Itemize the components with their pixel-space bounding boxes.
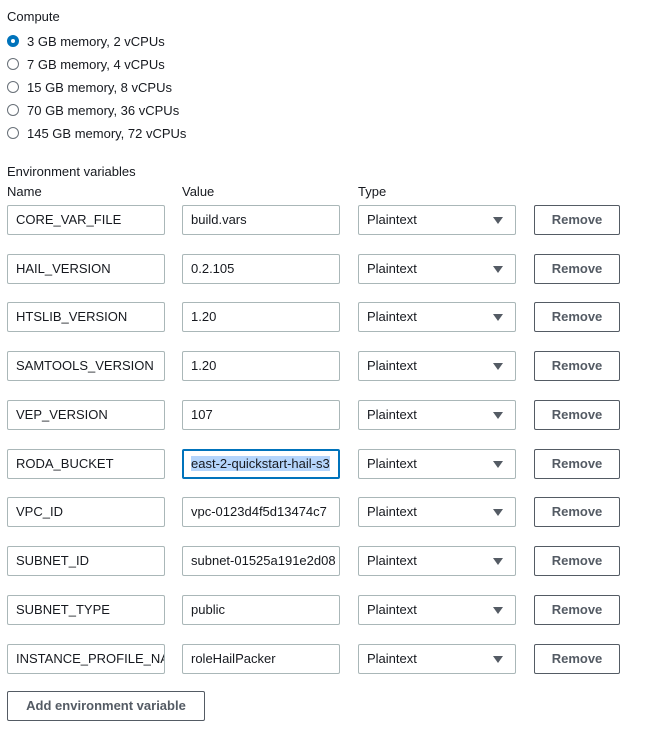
remove-button[interactable]: Remove — [534, 400, 620, 430]
caret-down-icon — [493, 461, 503, 468]
remove-button[interactable]: Remove — [534, 546, 620, 576]
radio-button-selected[interactable] — [7, 35, 19, 47]
radio-button[interactable] — [7, 58, 19, 70]
env-var-value-input[interactable]: subnet-01525a191e2d08 — [182, 546, 340, 576]
column-header-value: Value — [182, 184, 215, 199]
env-var-row: SAMTOOLS_VERSION 1.20 Plaintext Remove — [0, 351, 668, 381]
env-var-value-input[interactable]: 107 — [182, 400, 340, 430]
env-var-type-select[interactable]: Plaintext — [358, 644, 516, 674]
compute-option-label: 15 GB memory, 8 vCPUs — [27, 79, 172, 95]
env-var-name-input[interactable]: RODA_BUCKET — [7, 449, 165, 479]
compute-option-15gb[interactable]: 15 GB memory, 8 vCPUs — [7, 77, 172, 97]
add-environment-variable-button[interactable]: Add environment variable — [7, 691, 205, 721]
caret-down-icon — [493, 607, 503, 614]
env-var-type-select[interactable]: Plaintext — [358, 254, 516, 284]
env-var-row: INSTANCE_PROFILE_NAM roleHailPacker Plai… — [0, 644, 668, 674]
env-var-type-value: Plaintext — [367, 602, 417, 617]
env-var-name-input[interactable]: SAMTOOLS_VERSION — [7, 351, 165, 381]
caret-down-icon — [493, 217, 503, 224]
env-var-value-input[interactable]: build.vars — [182, 205, 340, 235]
env-var-type-value: Plaintext — [367, 456, 417, 471]
radio-button[interactable] — [7, 81, 19, 93]
compute-option-3gb[interactable]: 3 GB memory, 2 vCPUs — [7, 31, 165, 51]
column-header-name: Name — [7, 184, 42, 199]
compute-option-7gb[interactable]: 7 GB memory, 4 vCPUs — [7, 54, 165, 74]
compute-option-label: 3 GB memory, 2 vCPUs — [27, 33, 165, 49]
compute-option-label: 70 GB memory, 36 vCPUs — [27, 102, 180, 118]
env-var-name-input[interactable]: HAIL_VERSION — [7, 254, 165, 284]
env-var-type-value: Plaintext — [367, 407, 417, 422]
env-var-value-input-focused[interactable]: east-2-quickstart-hail-s3 — [182, 449, 340, 479]
selected-text: east-2-quickstart-hail-s3 — [191, 456, 330, 471]
env-var-type-select[interactable]: Plaintext — [358, 302, 516, 332]
env-var-type-value: Plaintext — [367, 651, 417, 666]
caret-down-icon — [493, 412, 503, 419]
env-var-type-select[interactable]: Plaintext — [358, 351, 516, 381]
radio-button[interactable] — [7, 127, 19, 139]
caret-down-icon — [493, 314, 503, 321]
env-var-value-input[interactable]: public — [182, 595, 340, 625]
env-var-name-input[interactable]: SUBNET_TYPE — [7, 595, 165, 625]
env-var-row: RODA_BUCKET east-2-quickstart-hail-s3 Pl… — [0, 449, 668, 479]
remove-button[interactable]: Remove — [534, 595, 620, 625]
compute-option-label: 145 GB memory, 72 vCPUs — [27, 125, 187, 141]
compute-option-label: 7 GB memory, 4 vCPUs — [27, 56, 165, 72]
env-var-row: VPC_ID vpc-0123d4f5d13474c7 Plaintext Re… — [0, 497, 668, 527]
caret-down-icon — [493, 509, 503, 516]
env-var-row: VEP_VERSION 107 Plaintext Remove — [0, 400, 668, 430]
caret-down-icon — [493, 363, 503, 370]
remove-button[interactable]: Remove — [534, 497, 620, 527]
env-var-name-input[interactable]: VPC_ID — [7, 497, 165, 527]
env-var-type-select[interactable]: Plaintext — [358, 497, 516, 527]
remove-button[interactable]: Remove — [534, 302, 620, 332]
env-var-type-select[interactable]: Plaintext — [358, 595, 516, 625]
caret-down-icon — [493, 558, 503, 565]
caret-down-icon — [493, 656, 503, 663]
column-header-type: Type — [358, 184, 387, 199]
env-var-value-input[interactable]: vpc-0123d4f5d13474c7 — [182, 497, 340, 527]
remove-button[interactable]: Remove — [534, 351, 620, 381]
env-var-type-select[interactable]: Plaintext — [358, 546, 516, 576]
environment-variables-label: Environment variables — [7, 164, 136, 179]
env-var-type-value: Plaintext — [367, 358, 417, 373]
remove-button[interactable]: Remove — [534, 449, 620, 479]
compute-label: Compute — [7, 9, 60, 24]
env-var-value-input[interactable]: 1.20 — [182, 302, 340, 332]
radio-button[interactable] — [7, 104, 19, 116]
env-var-type-value: Plaintext — [367, 309, 417, 324]
env-var-name-input[interactable]: HTSLIB_VERSION — [7, 302, 165, 332]
env-var-type-select[interactable]: Plaintext — [358, 449, 516, 479]
env-var-row: SUBNET_ID subnet-01525a191e2d08 Plaintex… — [0, 546, 668, 576]
env-var-value-input[interactable]: roleHailPacker — [182, 644, 340, 674]
env-var-type-value: Plaintext — [367, 261, 417, 276]
env-var-type-value: Plaintext — [367, 212, 417, 227]
caret-down-icon — [493, 266, 503, 273]
env-var-row: SUBNET_TYPE public Plaintext Remove — [0, 595, 668, 625]
env-var-value-input[interactable]: 1.20 — [182, 351, 340, 381]
env-var-name-input[interactable]: VEP_VERSION — [7, 400, 165, 430]
compute-option-145gb[interactable]: 145 GB memory, 72 vCPUs — [7, 123, 186, 143]
env-var-name-input[interactable]: INSTANCE_PROFILE_NAM — [7, 644, 165, 674]
env-var-name-input[interactable]: SUBNET_ID — [7, 546, 165, 576]
env-var-type-select[interactable]: Plaintext — [358, 205, 516, 235]
env-var-row: HAIL_VERSION 0.2.105 Plaintext Remove — [0, 254, 668, 284]
remove-button[interactable]: Remove — [534, 644, 620, 674]
remove-button[interactable]: Remove — [534, 205, 620, 235]
env-var-type-value: Plaintext — [367, 504, 417, 519]
env-var-type-select[interactable]: Plaintext — [358, 400, 516, 430]
env-var-row: CORE_VAR_FILE build.vars Plaintext Remov… — [0, 205, 668, 235]
compute-option-70gb[interactable]: 70 GB memory, 36 vCPUs — [7, 100, 179, 120]
env-var-value-input[interactable]: 0.2.105 — [182, 254, 340, 284]
env-var-type-value: Plaintext — [367, 553, 417, 568]
env-var-row: HTSLIB_VERSION 1.20 Plaintext Remove — [0, 302, 668, 332]
remove-button[interactable]: Remove — [534, 254, 620, 284]
env-var-name-input[interactable]: CORE_VAR_FILE — [7, 205, 165, 235]
